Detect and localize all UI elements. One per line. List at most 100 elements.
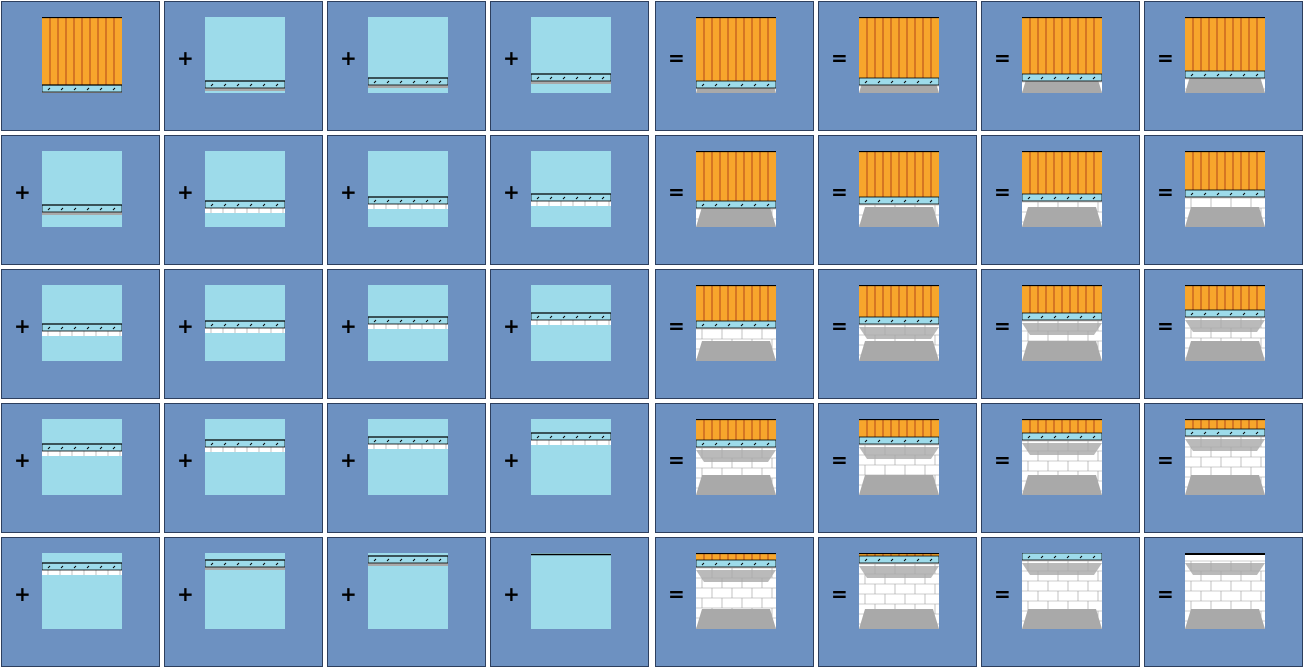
result-illustration [1185, 17, 1265, 93]
part-panel: + [164, 269, 323, 399]
floor-band [205, 320, 285, 333]
part-panel: + [164, 135, 323, 265]
floor-slab [368, 85, 448, 88]
beam [1022, 193, 1102, 202]
beam [42, 204, 122, 213]
floor-plane [696, 207, 776, 227]
plus-sign: + [340, 314, 357, 338]
brick-strip [42, 331, 122, 336]
part-panel: + [327, 537, 486, 667]
floor-band [368, 77, 448, 88]
sky-background [42, 151, 122, 227]
result-illustration [1185, 553, 1265, 629]
beam [859, 316, 939, 325]
plus-sign: + [340, 448, 357, 472]
beam [696, 559, 776, 568]
plus-sign: + [177, 180, 194, 204]
result-panel: = [655, 269, 814, 399]
floor-band [42, 562, 122, 575]
result-panel: = [655, 537, 814, 667]
result-panel: = [1144, 269, 1303, 399]
sky-background [205, 151, 285, 227]
brick-strip [42, 570, 122, 575]
plus-sign: + [14, 314, 31, 338]
result-illustration [859, 151, 939, 227]
sky-background [42, 285, 122, 361]
plus-sign: + [340, 582, 357, 606]
beam [1022, 312, 1102, 321]
beam [42, 562, 122, 571]
result-illustration [859, 553, 939, 629]
ceiling-plane [1022, 443, 1102, 455]
floor-plane [1185, 475, 1265, 495]
floor-band [368, 316, 448, 329]
result-panel: = [1144, 403, 1303, 533]
sky-background [531, 151, 611, 227]
beam [859, 436, 939, 445]
floor-band [205, 200, 285, 213]
result-illustration [859, 285, 939, 361]
equals-sign: = [1157, 180, 1174, 204]
ceiling-plane [1022, 563, 1102, 575]
plus-sign: + [503, 448, 520, 472]
equals-sign: = [1157, 448, 1174, 472]
floor-plane [1022, 341, 1102, 361]
result-panel: = [981, 403, 1140, 533]
result-panel: = [981, 1, 1140, 131]
brick-strip [205, 208, 285, 213]
part-illustration [368, 17, 448, 93]
brick-strip [205, 447, 285, 452]
part-illustration [531, 419, 611, 495]
result-illustration [1022, 17, 1102, 93]
plus-sign: + [340, 46, 357, 70]
result-illustration [696, 285, 776, 361]
result-panel: = [818, 135, 977, 265]
part-panel: + [164, 537, 323, 667]
part-illustration [368, 419, 448, 495]
part-illustration [205, 285, 285, 361]
floor-slab [205, 88, 285, 91]
equals-sign: = [994, 46, 1011, 70]
equals-sign: = [1157, 46, 1174, 70]
part-panel: + [164, 1, 323, 131]
floor-plane [1185, 207, 1265, 227]
brick-strip [368, 324, 448, 329]
brick-strip [205, 328, 285, 333]
brick-strip [531, 440, 611, 445]
part-panel: + [1, 537, 160, 667]
beam [1185, 189, 1265, 198]
equals-sign: = [831, 314, 848, 338]
result-illustration [1022, 285, 1102, 361]
beam [1022, 432, 1102, 441]
result-illustration [696, 553, 776, 629]
part-panel: + [327, 135, 486, 265]
ceiling-plane [1185, 563, 1265, 575]
floor-plane [1185, 609, 1265, 629]
floor-band [205, 559, 285, 570]
floor-plane [859, 475, 939, 495]
beam [1185, 428, 1265, 437]
plus-sign: + [340, 180, 357, 204]
floor-slab [531, 81, 611, 84]
part-illustration [205, 17, 285, 93]
ceiling-plane [696, 450, 776, 462]
beam [1185, 70, 1265, 79]
beam [531, 73, 611, 82]
part-illustration [531, 285, 611, 361]
result-illustration [859, 17, 939, 93]
equals-sign: = [668, 448, 685, 472]
floor-plane [696, 609, 776, 629]
result-illustration [696, 419, 776, 495]
sky-background [368, 151, 448, 227]
beam [42, 443, 122, 452]
part-panel: + [1, 269, 160, 399]
beam [205, 80, 285, 89]
result-panel: = [818, 403, 977, 533]
beam [859, 77, 939, 86]
part-panel: + [1, 403, 160, 533]
floor-slab [42, 212, 122, 215]
part-panel [1, 1, 160, 131]
plus-sign: + [503, 180, 520, 204]
floor-plane [1022, 609, 1102, 629]
plus-sign: + [177, 448, 194, 472]
